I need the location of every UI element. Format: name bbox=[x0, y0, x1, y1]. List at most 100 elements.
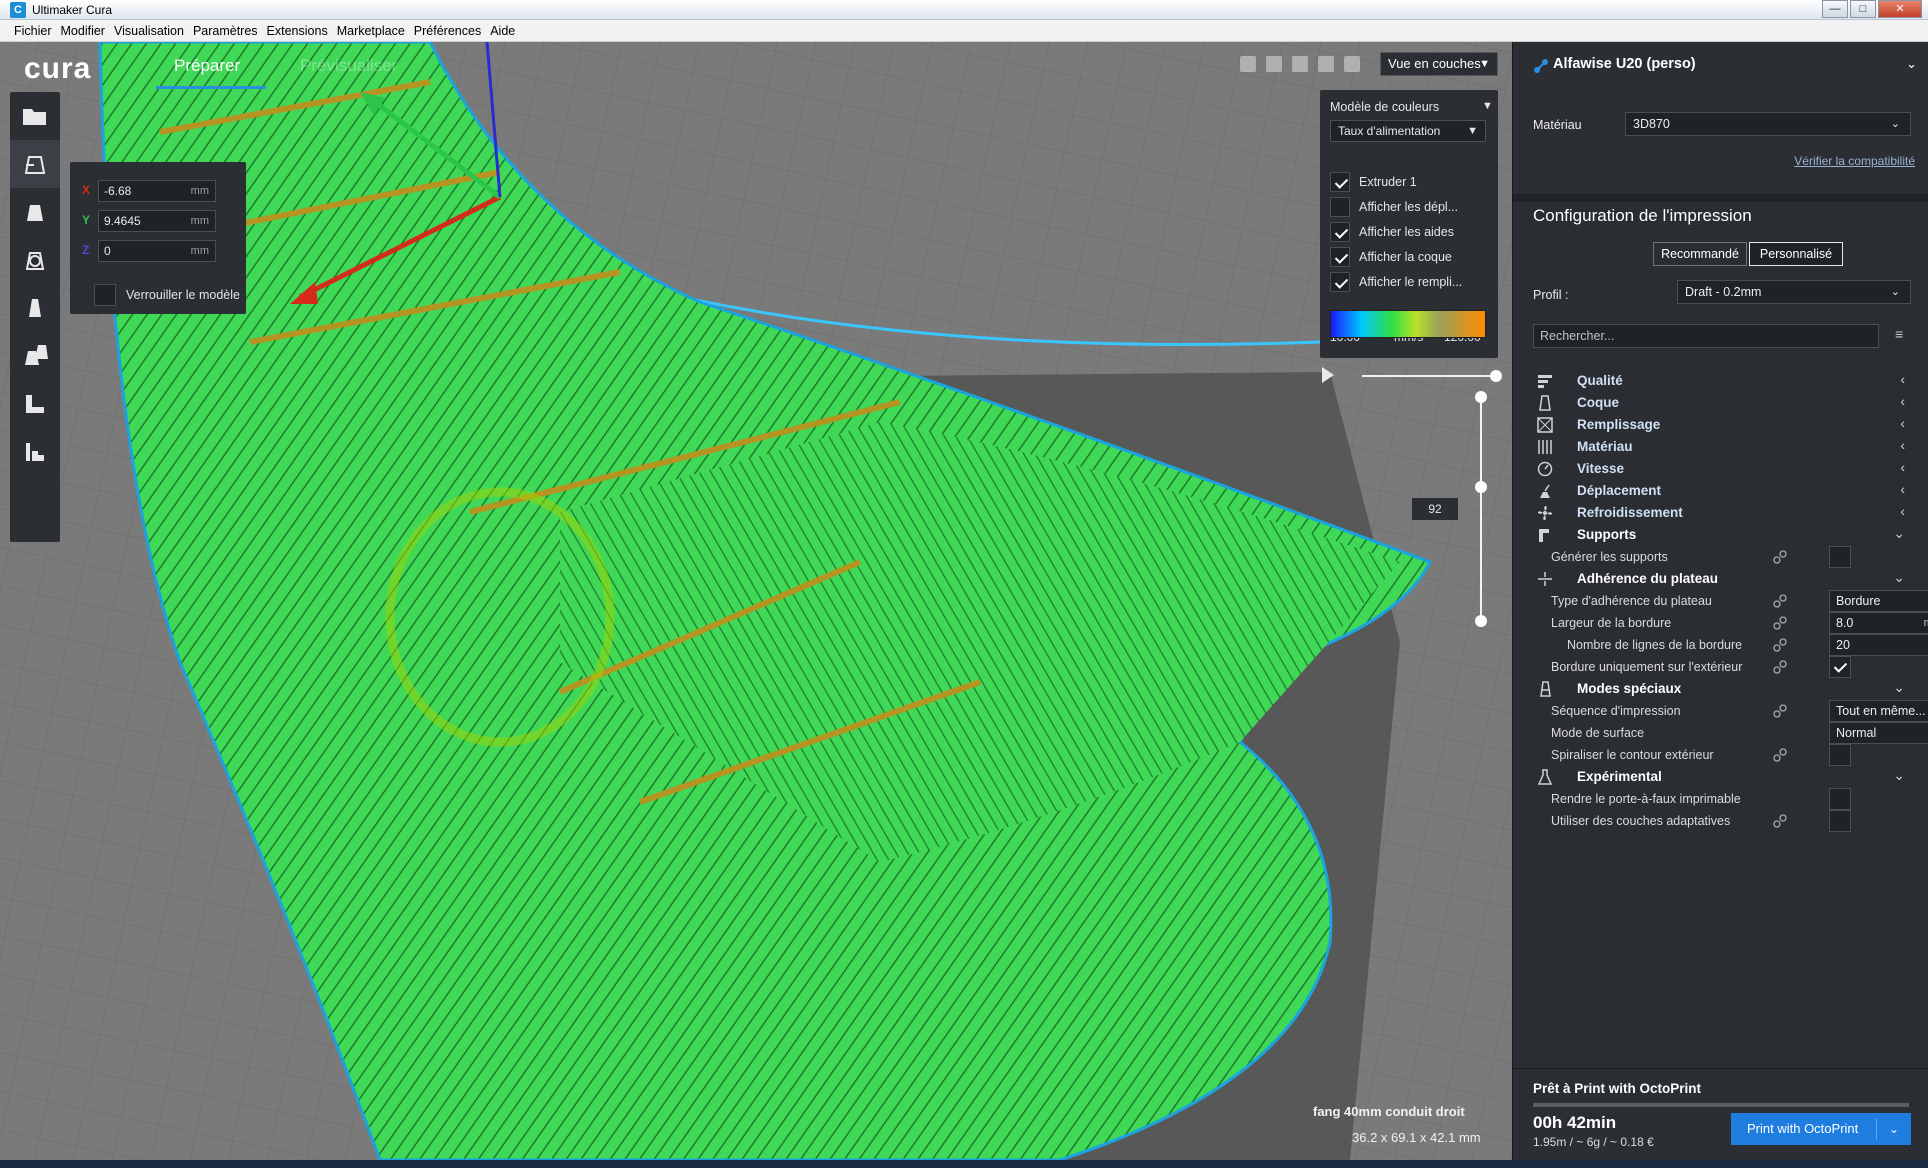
helpers-checkbox[interactable] bbox=[1330, 222, 1350, 242]
brim-outside-checkbox[interactable] bbox=[1829, 656, 1851, 678]
play-simulation-button[interactable] bbox=[1322, 367, 1334, 383]
spiralize-checkbox[interactable] bbox=[1829, 744, 1851, 766]
tab-preview[interactable]: Prévisualiser bbox=[300, 56, 397, 76]
settings-search-input[interactable]: Rechercher... bbox=[1533, 324, 1879, 348]
view-right-icon[interactable] bbox=[1344, 56, 1360, 72]
3d-viewport[interactable]: cura Préparer Prévisualiser Vue en couch… bbox=[0, 42, 1512, 1160]
material-dropdown[interactable]: 3D870 ⌄ bbox=[1625, 112, 1911, 136]
menu-edit[interactable]: Modifier bbox=[61, 20, 105, 41]
link-icon[interactable] bbox=[1773, 616, 1787, 630]
close-button[interactable]: ✕ bbox=[1878, 0, 1922, 18]
surface-mode-dropdown[interactable]: Normal⌄ bbox=[1829, 722, 1928, 744]
verify-compatibility-link[interactable]: Vérifier la compatibilité bbox=[1794, 154, 1915, 168]
category-adhesion[interactable]: Adhérence du plateau ⌄ bbox=[1537, 568, 1917, 590]
infill-checkbox[interactable] bbox=[1330, 272, 1350, 292]
color-scheme-value: Taux d'alimentation bbox=[1338, 124, 1441, 138]
link-icon[interactable] bbox=[1773, 814, 1787, 828]
overhang-printable-checkbox[interactable] bbox=[1829, 788, 1851, 810]
category-supports[interactable]: Supports ⌄ bbox=[1537, 524, 1917, 546]
category-shell[interactable]: Coque ‹ bbox=[1537, 392, 1917, 414]
travel-icon bbox=[1540, 484, 1550, 498]
chevron-left-icon: ‹ bbox=[1900, 437, 1905, 453]
color-scheme-dropdown[interactable]: Taux d'alimentation ▼ bbox=[1330, 120, 1486, 142]
model-dimensions: 36.2 x 69.1 x 42.1 mm bbox=[1352, 1130, 1481, 1145]
category-material[interactable]: Matériau ‹ bbox=[1537, 436, 1917, 458]
link-icon[interactable] bbox=[1773, 704, 1787, 718]
mirror-tool-button[interactable] bbox=[10, 284, 60, 332]
chevron-down-icon: ⌄ bbox=[1890, 286, 1900, 298]
z-input[interactable]: 0 mm bbox=[98, 240, 216, 262]
chevron-down-icon[interactable]: ⌄ bbox=[1906, 56, 1917, 72]
tab-recommended[interactable]: Recommandé bbox=[1653, 242, 1747, 266]
chevron-down-icon: ▼ bbox=[1467, 125, 1478, 137]
maximize-button[interactable]: □ bbox=[1850, 0, 1876, 18]
chevron-down-icon[interactable]: ⌄ bbox=[1889, 1113, 1899, 1145]
profile-dropdown[interactable]: Draft - 0.2mm ⌄ bbox=[1677, 280, 1911, 304]
open-file-button[interactable] bbox=[10, 92, 60, 140]
brim-width-input[interactable]: 8.0 mm bbox=[1829, 612, 1928, 634]
setting-brim-lines: Nombre de lignes de la bordure 20 bbox=[1567, 634, 1928, 656]
settings-menu-icon[interactable]: ≡ bbox=[1895, 326, 1903, 342]
view-top-icon[interactable] bbox=[1292, 56, 1308, 72]
link-icon[interactable] bbox=[1773, 638, 1787, 652]
menu-help[interactable]: Aide bbox=[490, 20, 515, 41]
category-quality[interactable]: Qualité ‹ bbox=[1537, 370, 1917, 392]
view-mode-dropdown[interactable]: Vue en couches ▼ bbox=[1380, 52, 1498, 76]
layer-slider-current-handle[interactable] bbox=[1475, 480, 1487, 493]
layer-number-input[interactable]: 92 bbox=[1412, 498, 1458, 520]
move-tool-button[interactable] bbox=[10, 140, 60, 188]
view-front-icon[interactable] bbox=[1266, 56, 1282, 72]
layer-slider[interactable] bbox=[1475, 391, 1487, 627]
view-left-icon[interactable] bbox=[1318, 56, 1334, 72]
printer-selector[interactable]: Alfawise U20 (perso) bbox=[1553, 56, 1696, 72]
minimize-button[interactable]: — bbox=[1822, 0, 1848, 18]
category-experimental[interactable]: Expérimental ⌄ bbox=[1537, 766, 1917, 788]
y-input[interactable]: 9.4645 mm bbox=[98, 210, 216, 232]
shell-checkbox[interactable] bbox=[1330, 247, 1350, 267]
extruder-checkbox[interactable] bbox=[1330, 172, 1350, 192]
path-slider-handle[interactable] bbox=[1490, 370, 1502, 382]
print-with-octoprint-button[interactable]: Print with OctoPrint ⌄ bbox=[1731, 1113, 1911, 1145]
brim-lines-input[interactable]: 20 bbox=[1829, 634, 1928, 656]
menu-marketplace[interactable]: Marketplace bbox=[337, 20, 405, 41]
link-icon[interactable] bbox=[1773, 550, 1787, 564]
category-cooling[interactable]: Refroidissement ‹ bbox=[1537, 502, 1917, 524]
menu-settings[interactable]: Paramètres bbox=[193, 20, 258, 41]
menu-file[interactable]: Fichier bbox=[14, 20, 52, 41]
tab-prepare[interactable]: Préparer bbox=[174, 56, 240, 76]
category-label: Vitesse bbox=[1577, 461, 1625, 476]
support-blocker-button[interactable] bbox=[10, 380, 60, 428]
menu-view[interactable]: Visualisation bbox=[114, 20, 184, 41]
layer-slider-top-handle[interactable] bbox=[1475, 391, 1487, 403]
custom-support-button[interactable] bbox=[10, 428, 60, 476]
model-name: fang 40mm conduit droit bbox=[1313, 1104, 1465, 1119]
generate-supports-checkbox[interactable] bbox=[1829, 546, 1851, 568]
printer-connection-icon bbox=[1534, 59, 1548, 73]
category-speed[interactable]: Vitesse ‹ bbox=[1537, 458, 1917, 480]
path-slider[interactable] bbox=[1362, 370, 1502, 382]
link-icon[interactable] bbox=[1773, 748, 1787, 762]
view-3d-icon[interactable] bbox=[1240, 56, 1256, 72]
travels-checkbox[interactable] bbox=[1330, 197, 1350, 217]
menu-preferences[interactable]: Préférences bbox=[414, 20, 481, 41]
tab-custom[interactable]: Personnalisé bbox=[1749, 242, 1843, 266]
chevron-left-icon: ‹ bbox=[1900, 503, 1905, 519]
x-input[interactable]: -6.68 mm bbox=[98, 180, 216, 202]
layer-slider-bottom-handle[interactable] bbox=[1475, 615, 1487, 627]
menu-extensions[interactable]: Extensions bbox=[267, 20, 328, 41]
color-scheme-header[interactable]: Modèle de couleurs ▼ bbox=[1330, 100, 1493, 114]
category-travel[interactable]: Déplacement ‹ bbox=[1537, 480, 1917, 502]
scale-tool-button[interactable] bbox=[10, 188, 60, 236]
link-icon[interactable] bbox=[1773, 594, 1787, 608]
print-sequence-dropdown[interactable]: Tout en même...⌄ bbox=[1829, 700, 1928, 722]
lock-model-checkbox[interactable] bbox=[94, 284, 116, 306]
chevron-left-icon: ‹ bbox=[1900, 371, 1905, 387]
windows-taskbar bbox=[0, 1160, 1928, 1168]
category-special-modes[interactable]: Modes spéciaux ⌄ bbox=[1537, 678, 1917, 700]
per-model-settings-button[interactable] bbox=[10, 332, 60, 380]
adhesion-type-dropdown[interactable]: Bordure⌄ bbox=[1829, 590, 1928, 612]
adaptive-layers-checkbox[interactable] bbox=[1829, 810, 1851, 832]
rotate-tool-button[interactable] bbox=[10, 236, 60, 284]
link-icon[interactable] bbox=[1773, 660, 1787, 674]
category-infill[interactable]: Remplissage ‹ bbox=[1537, 414, 1917, 436]
